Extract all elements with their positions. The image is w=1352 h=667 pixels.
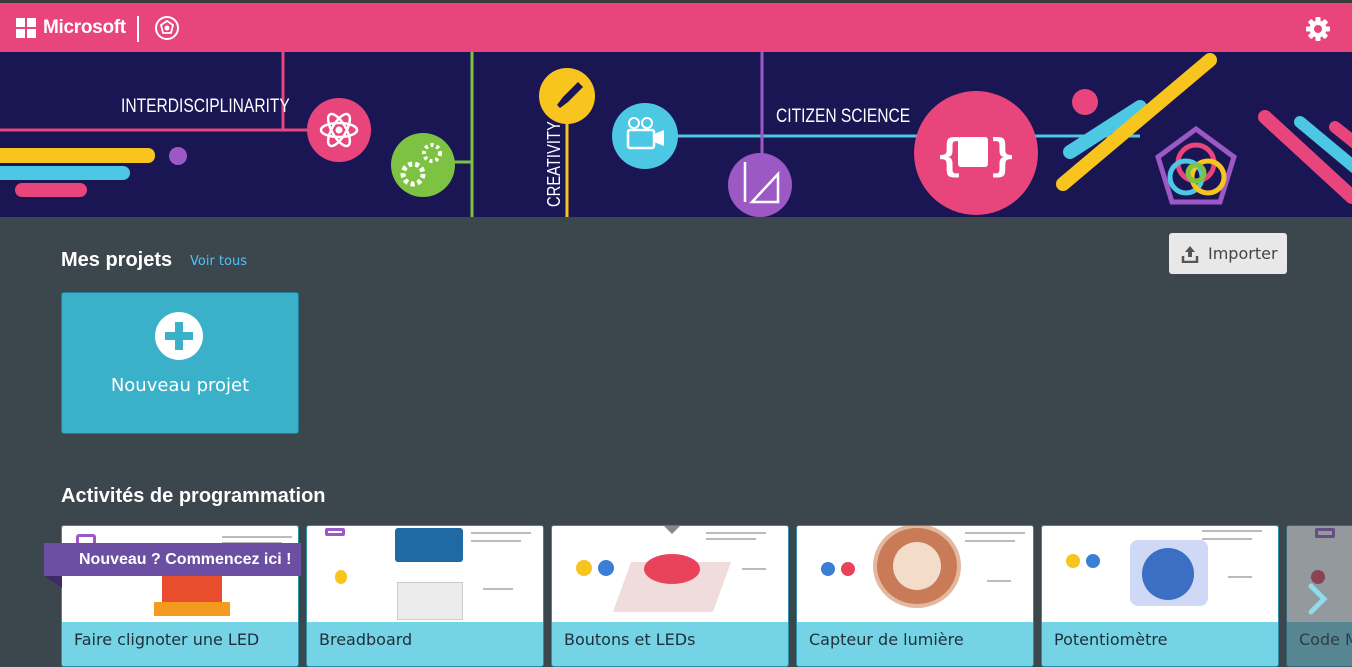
activity-thumbnail bbox=[797, 526, 1033, 622]
banner-label-creativity: CREATIVITY bbox=[544, 121, 564, 207]
chevron-right-icon[interactable] bbox=[1306, 582, 1336, 616]
gear-icon[interactable] bbox=[1304, 15, 1332, 43]
import-label: Importer bbox=[1208, 244, 1278, 263]
top-bar: Microsoft bbox=[0, 0, 1352, 52]
hero-banner: { } INTERDISCIPLINARITY CREATIVITY CITIZ… bbox=[0, 52, 1352, 217]
activity-card[interactable]: Breadboard bbox=[306, 525, 544, 667]
banner-illustration: { } bbox=[0, 52, 1352, 217]
see-all-link[interactable]: Voir tous bbox=[190, 254, 247, 269]
new-project-card[interactable]: Nouveau projet bbox=[61, 292, 299, 434]
activity-thumbnail bbox=[552, 526, 788, 622]
activity-title: Faire clignoter une LED bbox=[74, 630, 260, 649]
banner-label-citizen-science: CITIZEN SCIENCE bbox=[776, 106, 911, 127]
plus-icon bbox=[155, 312, 203, 360]
windows-logo-icon bbox=[16, 18, 36, 38]
activity-title: Capteur de lumière bbox=[809, 630, 964, 649]
activity-title: Code M bbox=[1299, 630, 1352, 649]
activity-title: Breadboard bbox=[319, 630, 413, 649]
new-user-ribbon: Nouveau ? Commencez ici ! bbox=[44, 543, 301, 576]
activity-thumbnail bbox=[1042, 526, 1278, 622]
microsoft-logo[interactable]: Microsoft bbox=[16, 17, 126, 39]
activity-card[interactable]: Boutons et LEDs bbox=[551, 525, 789, 667]
upload-icon bbox=[1181, 245, 1199, 263]
makecode-badge-icon[interactable] bbox=[154, 15, 180, 41]
new-project-label: Nouveau projet bbox=[110, 375, 250, 396]
activity-title: Boutons et LEDs bbox=[564, 630, 696, 649]
banner-label-interdisciplinarity: INTERDISCIPLINARITY bbox=[121, 96, 290, 117]
header-divider bbox=[137, 16, 139, 42]
import-button[interactable]: Importer bbox=[1169, 233, 1287, 274]
activity-card[interactable]: Capteur de lumière bbox=[796, 525, 1034, 667]
activity-thumbnail bbox=[307, 526, 543, 622]
activities-title: Activités de programmation bbox=[61, 485, 326, 507]
brand-name: Microsoft bbox=[43, 17, 126, 38]
projects-title: Mes projets bbox=[61, 249, 173, 271]
activity-card[interactable]: Potentiomètre bbox=[1041, 525, 1279, 667]
ribbon-fold bbox=[44, 576, 62, 588]
activity-title: Potentiomètre bbox=[1054, 630, 1168, 649]
